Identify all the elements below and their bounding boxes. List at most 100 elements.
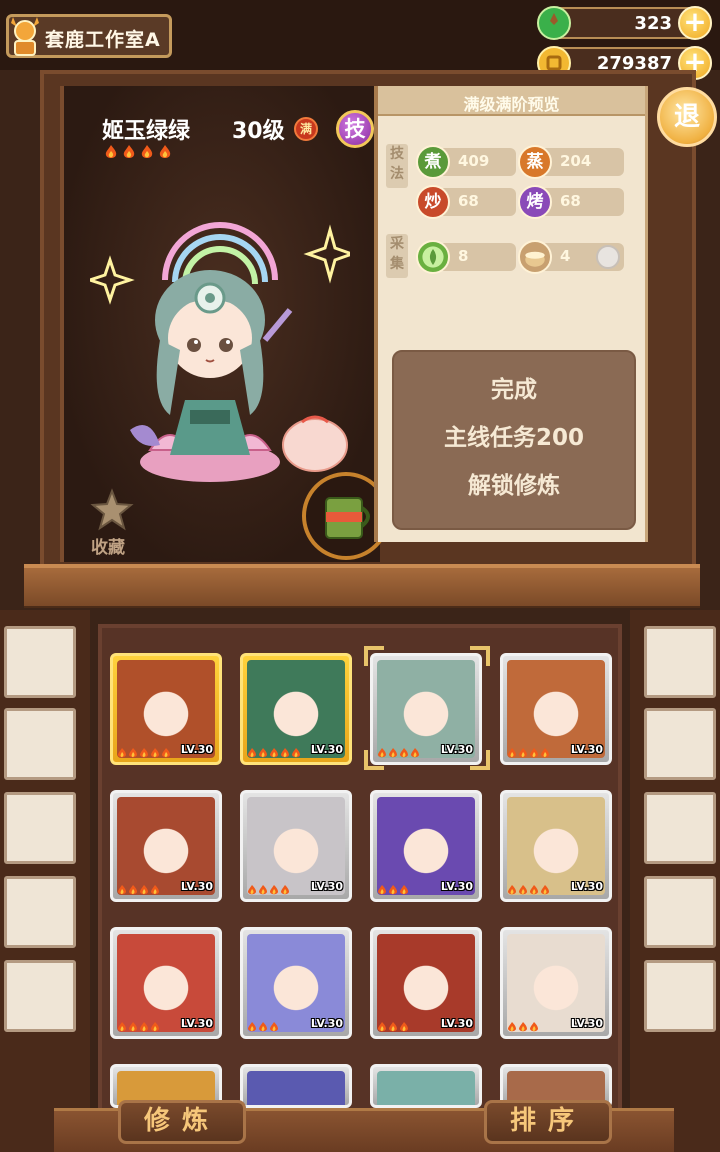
flame-icon	[161, 744, 171, 758]
stat-value: 409	[458, 152, 490, 170]
right-drawer-column	[630, 610, 720, 1152]
empty-gather-slot	[596, 245, 620, 269]
character-card[interactable]: LV.30	[110, 927, 222, 1039]
flame-icon	[128, 744, 138, 758]
card-level: LV.30	[310, 880, 343, 893]
card-star-rating	[377, 1018, 409, 1032]
drawer	[4, 708, 76, 780]
card-star-rating	[117, 1018, 160, 1032]
drawer	[644, 626, 716, 698]
stat-steam: 蒸 204	[518, 145, 624, 179]
flame-icon	[150, 744, 160, 758]
character-card[interactable]: LV.30	[500, 927, 612, 1039]
character-card[interactable]: LV.30	[240, 927, 352, 1039]
character-card[interactable]: LV.30	[370, 790, 482, 902]
character-card[interactable]: LV.30	[110, 790, 222, 902]
gather-grain: 4	[518, 240, 624, 274]
character-card[interactable]: LV.30	[500, 653, 612, 765]
flame-icon	[139, 744, 149, 758]
skill-section-tag: 技法	[386, 144, 408, 188]
card-star-rating	[377, 881, 409, 895]
studio-name: 套鹿工作室A	[45, 29, 161, 51]
star-rating	[104, 144, 172, 160]
flame-icon	[258, 881, 268, 895]
unlock-line-2: 主线任务200	[443, 425, 584, 451]
flame-icon	[123, 145, 135, 158]
add-gem-button[interactable]: +	[678, 6, 712, 40]
flame-icon	[150, 1018, 160, 1032]
favorite-star-icon[interactable]	[90, 488, 134, 532]
card-star-rating	[117, 744, 171, 758]
card-level: LV.30	[570, 743, 603, 756]
drawer	[644, 876, 716, 948]
card-level: LV.30	[310, 1017, 343, 1030]
panel-title: 满级满阶预览	[463, 95, 560, 114]
flame-icon	[269, 1018, 279, 1032]
train-button[interactable]: 修炼	[118, 1100, 246, 1144]
favorite-label[interactable]: 收藏	[91, 533, 125, 558]
flame-icon	[117, 744, 127, 758]
flame-icon	[150, 881, 160, 895]
studio-button[interactable]: 套鹿工作室A	[6, 14, 172, 58]
flame-icon	[117, 1018, 127, 1032]
drawer	[644, 792, 716, 864]
flame-icon	[518, 1018, 528, 1032]
flame-icon	[247, 744, 257, 758]
card-level: LV.30	[570, 1017, 603, 1030]
flame-icon	[139, 881, 149, 895]
flame-icon	[269, 881, 279, 895]
stat-roast: 烤 68	[518, 185, 624, 219]
character-card[interactable]: LV.30	[370, 927, 482, 1039]
drawer	[4, 960, 76, 1032]
flame-icon	[128, 881, 138, 895]
flame-icon	[388, 881, 398, 895]
panel-title-bar: 满级满阶预览	[378, 86, 645, 116]
character-card[interactable]: LV.30	[500, 790, 612, 902]
steam-icon: 蒸	[518, 145, 552, 179]
stat-value: 68	[458, 192, 479, 210]
flame-icon	[529, 744, 539, 758]
card-star-rating	[247, 881, 290, 895]
card-level: LV.30	[310, 743, 343, 756]
flame-icon	[529, 881, 539, 895]
flame-icon	[399, 1018, 409, 1032]
flame-icon	[159, 145, 171, 158]
drawer	[644, 960, 716, 1032]
stat-value: 204	[560, 152, 592, 170]
flame-icon	[377, 1018, 387, 1032]
roast-icon: 烤	[518, 185, 552, 219]
flame-icon	[507, 1018, 517, 1032]
sort-button[interactable]: 排序	[484, 1100, 612, 1144]
character-name: 姬玉绿绿	[102, 119, 191, 144]
deer-trophy-icon	[11, 17, 39, 56]
flame-icon	[141, 145, 153, 158]
boil-icon: 煮	[416, 145, 450, 179]
card-star-rating	[247, 744, 301, 758]
character-card[interactable]: LV.30	[110, 653, 222, 765]
character-card[interactable]: LV.30	[240, 790, 352, 902]
flame-icon	[518, 881, 528, 895]
skill-button[interactable]: 技	[336, 110, 374, 148]
card-level: LV.30	[570, 880, 603, 893]
card-level: LV.30	[440, 1017, 473, 1030]
card-star-rating	[117, 881, 160, 895]
selected-card-frame	[364, 646, 490, 770]
back-button[interactable]: 退	[657, 87, 717, 147]
character-card[interactable]	[240, 1064, 352, 1108]
card-star-rating	[507, 1018, 539, 1032]
gather-vegetable: 8	[416, 240, 516, 274]
flame-icon	[399, 881, 409, 895]
character-card[interactable]: LV.30	[240, 653, 352, 765]
vegetable-icon	[416, 240, 450, 274]
card-level: LV.30	[180, 743, 213, 756]
character-card[interactable]	[370, 1064, 482, 1108]
left-drawer-column	[0, 610, 90, 1152]
gather-value: 8	[458, 247, 469, 265]
flame-icon	[128, 1018, 138, 1032]
drawer	[4, 792, 76, 864]
flame-icon	[540, 881, 550, 895]
unlock-requirement-box: 完成 主线任务200 解锁修炼	[392, 350, 636, 530]
flame-icon	[280, 881, 290, 895]
character-level: 30级	[232, 119, 285, 144]
gather-section-tag: 采集	[386, 234, 408, 278]
